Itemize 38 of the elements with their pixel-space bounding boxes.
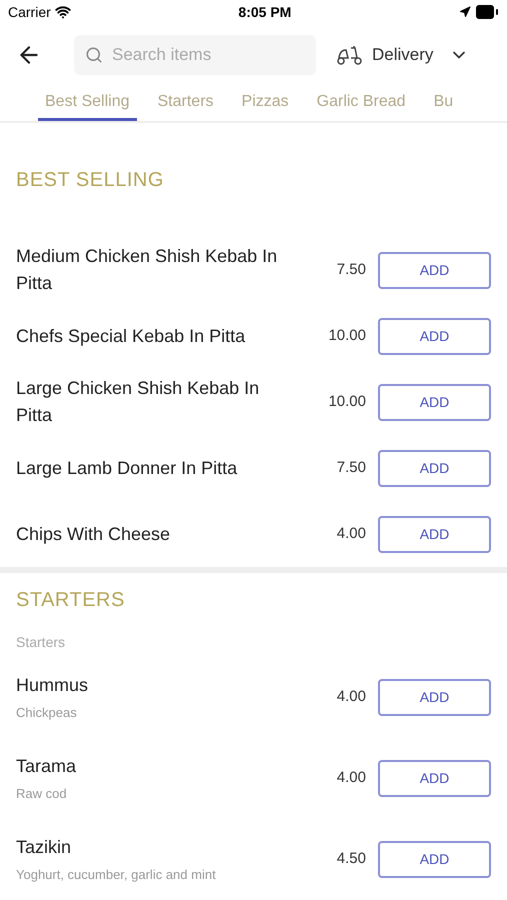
item-name: Tarama — [16, 755, 78, 778]
item-price: 4.00 — [336, 524, 366, 544]
scooter-icon — [336, 44, 364, 66]
add-button[interactable]: ADD — [378, 760, 491, 797]
add-button[interactable]: ADD — [378, 384, 491, 420]
add-button[interactable]: ADD — [378, 318, 491, 354]
item-name: Medium Chicken Shish Kebab In Pitta — [16, 245, 278, 295]
section-subtitle: Starters — [16, 632, 66, 652]
item-price: 7.50 — [336, 260, 366, 280]
item-price: 4.00 — [336, 768, 366, 788]
delivery-dropdown[interactable]: Delivery — [336, 42, 470, 68]
item-price: 4.00 — [336, 687, 366, 708]
item-name: Chefs Special Kebab In Pitta — [16, 324, 246, 348]
add-button[interactable]: ADD — [378, 450, 491, 486]
item-price: 4.50 — [336, 849, 366, 870]
search-icon — [85, 46, 103, 64]
status-time: 8:05 PM — [238, 2, 292, 22]
section-title: STARTERS — [16, 588, 125, 613]
wifi-icon — [54, 4, 71, 20]
item-price: 10.00 — [328, 326, 366, 346]
add-button[interactable]: ADD — [378, 841, 491, 878]
location-icon — [458, 6, 471, 18]
add-button[interactable]: ADD — [378, 679, 491, 716]
item-description: Yoghurt, cucumber, garlic and mint — [16, 866, 217, 884]
item-name: Chips With Cheese — [16, 522, 172, 546]
item-price: 10.00 — [328, 392, 366, 412]
add-button[interactable]: ADD — [378, 252, 491, 288]
carrier-label: Carrier — [8, 2, 51, 22]
item-name: Large Chicken Shish Kebab In Pitta — [16, 377, 260, 427]
section-title: BEST SELLING — [16, 168, 164, 193]
item-name: Large Lamb Donner In Pitta — [16, 456, 238, 480]
search-field[interactable]: Search items — [74, 35, 316, 76]
item-price: 7.50 — [336, 458, 366, 478]
item-name: Hummus — [16, 674, 90, 698]
item-description: Chickpeas — [16, 704, 78, 722]
item-name: Tazikin — [16, 836, 72, 860]
add-button[interactable]: ADD — [378, 516, 491, 552]
item-description: Raw cod — [16, 785, 68, 804]
